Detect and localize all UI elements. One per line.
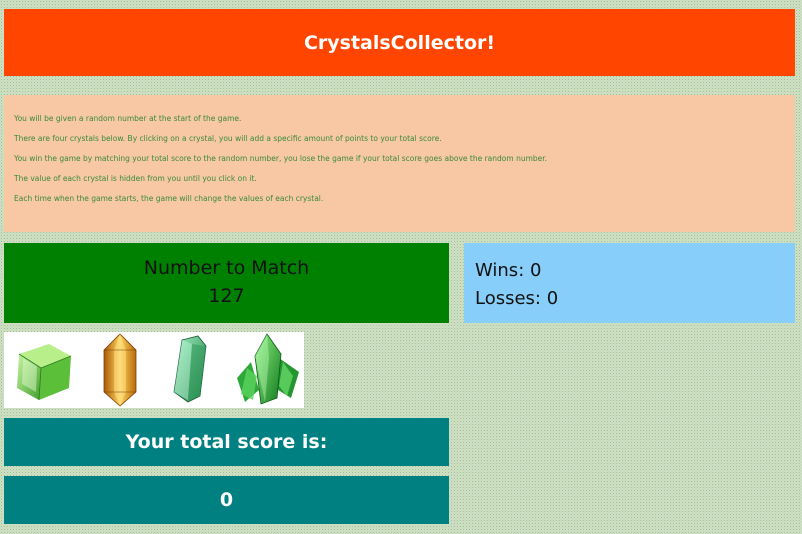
- total-score-value: 0: [219, 489, 234, 511]
- number-to-match-label: Number to Match: [143, 257, 310, 279]
- instructions-panel: You will be given a random number at the…: [4, 95, 795, 232]
- instruction-line: The value of each crystal is hidden from…: [14, 174, 257, 183]
- green-prism-crystal-icon: [173, 335, 207, 403]
- wins-count: Wins: 0: [475, 260, 542, 281]
- game-title-banner: CrystalsCollector!: [4, 9, 795, 76]
- total-score-label: Your total score is:: [125, 431, 328, 453]
- instruction-line: You will be given a random number at the…: [14, 114, 242, 123]
- crystal-button-4[interactable]: [231, 332, 301, 408]
- number-to-match-value: 127: [208, 285, 245, 307]
- instruction-line: Each time when the game starts, the game…: [14, 194, 324, 203]
- total-score-label-box: Your total score is:: [4, 418, 449, 466]
- crystal-tray: [4, 332, 304, 408]
- game-title: CrystalsCollector!: [303, 31, 496, 54]
- scoreboard: Wins: 0 Losses: 0: [464, 243, 795, 323]
- green-cube-crystal-icon: [17, 344, 72, 401]
- crystal-button-2[interactable]: [86, 332, 156, 408]
- crystal-button-1[interactable]: [9, 332, 79, 408]
- instruction-line: You win the game by matching your total …: [14, 154, 548, 163]
- crystal-button-3[interactable]: [158, 332, 228, 408]
- losses-count: Losses: 0: [475, 288, 559, 309]
- number-to-match-box: Number to Match 127: [4, 243, 449, 323]
- green-cluster-crystal-icon: [237, 333, 299, 405]
- total-score-value-box: 0: [4, 476, 449, 524]
- amber-crystal-icon: [103, 333, 137, 407]
- instruction-line: There are four crystals below. By clicki…: [14, 134, 442, 143]
